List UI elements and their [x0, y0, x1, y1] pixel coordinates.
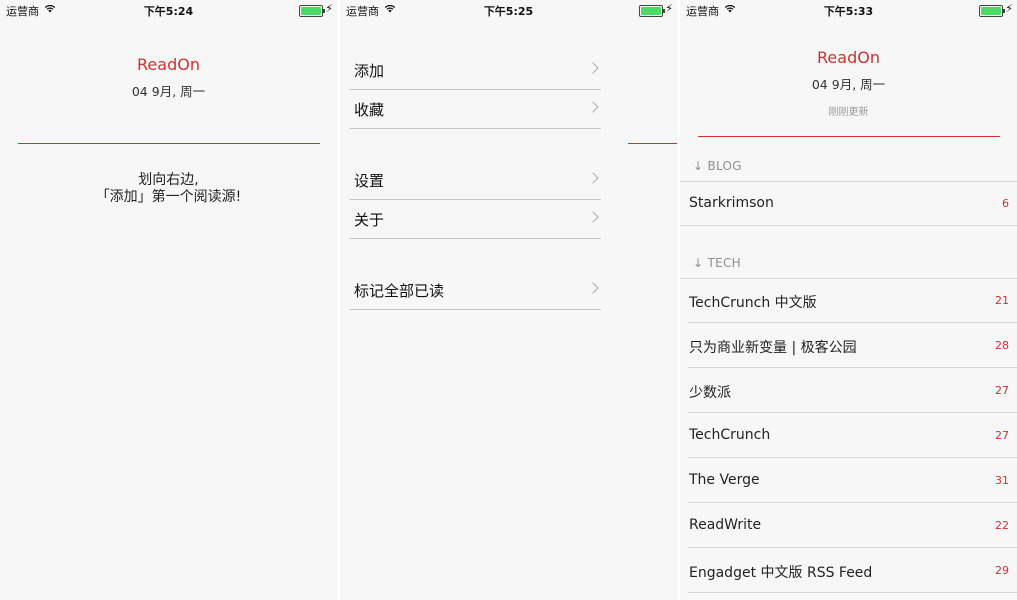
unread-count: 27 — [995, 384, 1009, 397]
feed-name: Engadget 中文版 RSS Feed — [689, 565, 873, 581]
battery-icon — [299, 5, 325, 17]
feed-row[interactable]: ReadWrite 22 — [680, 504, 1017, 548]
menu-item-label: 收藏 — [354, 101, 385, 119]
feed-row[interactable]: 少数派 27 — [680, 369, 1017, 413]
row-divider — [688, 367, 1017, 368]
screen-feed-list: 运营商 下午5:33 ⚡ ReadOn 04 9月, 周一 刚刚更新 ↓ BLO… — [680, 0, 1017, 600]
row-divider — [688, 502, 1017, 503]
chevron-right-icon — [587, 62, 599, 74]
feed-row[interactable]: Engadget 中文版 RSS Feed 29 — [680, 549, 1017, 593]
feed-row-starkrimson[interactable]: Starkrimson 6 — [680, 182, 1017, 226]
menu-item-mark-all-read[interactable]: 标记全部已读 — [349, 270, 601, 310]
menu-item-settings[interactable]: 设置 — [349, 160, 601, 200]
charging-bolt-icon: ⚡ — [325, 2, 333, 15]
updated-status: 刚刚更新 — [828, 107, 869, 118]
unread-count: 6 — [1002, 197, 1009, 210]
battery-icon — [639, 5, 665, 17]
status-bar: 运营商 下午5:33 ⚡ — [680, 0, 1017, 20]
menu-item-about[interactable]: 关于 — [349, 199, 601, 239]
menu-item-label: 设置 — [354, 172, 385, 190]
date-label: 04 9月, 周一 — [811, 77, 886, 92]
section-header-blog: ↓ BLOG — [693, 159, 742, 173]
unread-count: 27 — [995, 429, 1009, 442]
feed-name: TechCrunch — [689, 427, 771, 443]
screen-menu: 运营商 下午5:25 ⚡ 添加 收藏 设置 关于 标记全部已读 — [340, 0, 677, 600]
feed-name: Starkrimson — [689, 195, 774, 211]
empty-message-line: 「添加」第一个阅读源! — [95, 189, 242, 205]
feed-name: 只为商业新变量 | 极客公园 — [689, 340, 857, 356]
row-divider — [688, 322, 1017, 323]
charging-bolt-icon: ⚡ — [665, 2, 673, 15]
app-title: ReadOn — [817, 48, 880, 67]
chevron-right-icon — [587, 172, 599, 184]
status-bar: 运营商 下午5:24 ⚡ — [0, 0, 337, 20]
unread-count: 21 — [995, 294, 1009, 307]
row-divider — [688, 412, 1017, 413]
clock: 下午5:24 — [143, 5, 194, 18]
feed-row[interactable]: TechCrunch 27 — [680, 414, 1017, 458]
row-divider — [688, 547, 1017, 548]
unread-count: 29 — [995, 564, 1009, 577]
battery-icon — [979, 5, 1005, 17]
feed-name: The Verge — [689, 472, 760, 488]
feed-row[interactable]: TechCrunch 中文版 21 — [680, 279, 1017, 323]
menu-item-add[interactable]: 添加 — [349, 50, 601, 90]
row-divider — [688, 457, 1017, 458]
empty-message-line: 划向右边, — [138, 172, 199, 188]
feed-name: 少数派 — [689, 385, 731, 401]
section-header-tech: ↓ TECH — [693, 256, 741, 270]
chevron-right-icon — [587, 282, 599, 294]
clock: 下午5:33 — [823, 5, 874, 18]
unread-count: 28 — [995, 339, 1009, 352]
feed-row[interactable]: The Verge 31 — [680, 459, 1017, 503]
row-divider — [680, 225, 1017, 226]
screen-empty-feeds: 运营商 下午5:24 ⚡ ReadOn 04 9月, 周一 划向右边, 「添加」… — [0, 0, 337, 600]
unread-count: 22 — [995, 519, 1009, 532]
menu-item-label: 添加 — [354, 62, 385, 80]
feed-name: TechCrunch 中文版 — [689, 295, 817, 311]
date-label: 04 9月, 周一 — [131, 84, 206, 99]
status-bar: 运营商 下午5:25 ⚡ — [340, 0, 677, 20]
app-title: ReadOn — [137, 55, 200, 74]
menu-item-favorites[interactable]: 收藏 — [349, 89, 601, 129]
red-divider — [698, 136, 1000, 137]
red-divider-peek — [628, 143, 677, 144]
clock: 下午5:25 — [483, 5, 534, 18]
chevron-right-icon — [587, 101, 599, 113]
row-divider — [688, 592, 1017, 593]
chevron-right-icon — [587, 211, 599, 223]
charging-bolt-icon: ⚡ — [1005, 2, 1013, 15]
menu-item-label: 关于 — [354, 211, 385, 229]
feed-name: ReadWrite — [689, 517, 762, 533]
unread-count: 31 — [995, 474, 1009, 487]
feed-row[interactable]: 只为商业新变量 | 极客公园 28 — [680, 324, 1017, 368]
empty-message: 划向右边, 「添加」第一个阅读源! — [0, 172, 337, 206]
red-divider — [18, 143, 320, 144]
menu-item-label: 标记全部已读 — [354, 282, 445, 300]
